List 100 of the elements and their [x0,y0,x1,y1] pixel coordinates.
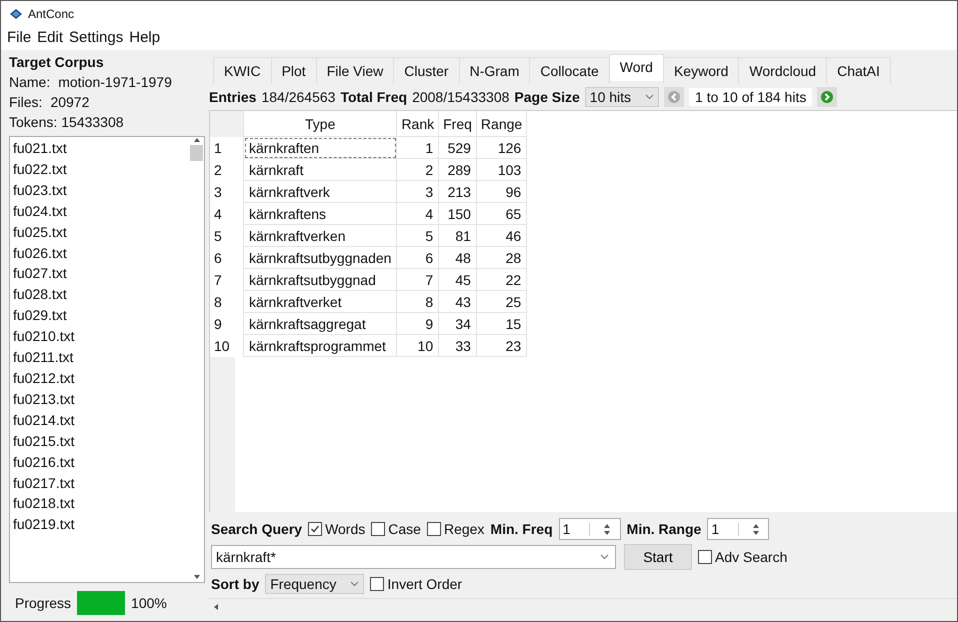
checkbox-label: Adv Search [715,549,788,565]
progress-label: Progress [15,595,72,611]
hits-range: 1 to 10 of 184 hits [689,88,812,106]
table-cell: 3 [396,180,439,202]
progress-reading: 100% [131,595,167,611]
tab[interactable]: ChatAI [826,57,891,84]
corpus-document-entry[interactable]: fu022.txt [13,158,186,180]
table-cell: 126 [476,136,527,158]
tab[interactable]: Word [608,54,664,81]
table-cell: 45 [438,268,476,290]
corpus-document-entry[interactable]: fu0213.txt [13,388,186,410]
corpus-document-entry[interactable]: fu0212.txt [13,368,186,389]
up-arrow-icon [752,522,759,528]
min-freq-spinner[interactable]: 1 [558,518,621,540]
corpus-document-entry[interactable]: fu025.txt [13,222,186,243]
caret-icon [350,581,360,587]
down-arrow-icon [752,530,759,536]
entries-label: Entries [209,89,256,105]
files-count: 20972 [50,94,90,110]
table-cell: 529 [438,136,476,158]
search-field[interactable]: kärnkraft* [211,545,616,569]
corpus-document-entry[interactable]: fu021.txt [13,138,186,159]
column-header[interactable]: Freq [438,111,476,136]
menu-item[interactable]: Help [129,29,160,46]
caret-icon [645,94,654,100]
table-cell: 4 [396,202,439,224]
start-button[interactable]: Start [624,544,692,570]
table-cell: kärnkraftverken [244,224,397,246]
corpus-document-entry[interactable]: fu029.txt [13,305,186,326]
total-freq-value: 2008/15433308 [412,89,510,105]
checkbox-label: Case [388,521,421,537]
table-cell: kärnkraften [244,136,397,158]
table-cell: kärnkraftsutbyggnad [244,268,397,290]
menu-item[interactable]: Settings [69,29,124,46]
caret-icon [600,554,609,560]
table-cell: 150 [438,202,476,224]
column-header[interactable]: Rank [396,111,439,136]
table-cell: 6 [396,246,439,268]
corpus-document-entry[interactable]: fu024.txt [13,200,186,222]
min-range-label: Min. Range [626,521,702,537]
corpus-document-entry[interactable]: fu023.txt [13,180,186,201]
corpus-document-entry[interactable]: fu0210.txt [13,326,186,348]
table-cell: kärnkraftens [244,202,397,224]
corpus-name: motion-1971-1979 [58,74,172,90]
corpus-document-entry[interactable]: fu0219.txt [13,514,186,536]
table-cell: 2 [396,158,439,180]
table-cell: 7 [396,268,439,290]
table-cell: 8 [396,290,439,312]
table-cell: 65 [476,202,527,224]
menu-item[interactable]: File [7,29,32,46]
table-cell: 5 [396,224,439,246]
table-cell: 25 [476,290,527,312]
min-range-spinner[interactable]: 1 [707,518,770,540]
corpus-document-entry[interactable]: fu0216.txt [13,452,186,472]
table-cell: 34 [438,312,476,334]
table-cell: 103 [476,158,527,180]
table-cell: 43 [438,290,476,312]
table-cell: 28 [476,246,527,268]
table-cell: 46 [476,224,527,246]
table-cell: 213 [438,180,476,202]
table-cell: 1 [396,136,439,158]
column-header[interactable]: Type [244,111,397,136]
table-cell: 22 [476,268,527,290]
down-arrow-icon [602,530,610,536]
column-header[interactable]: Range [476,111,527,136]
corpus-document-entry[interactable]: fu028.txt [13,284,186,306]
tab[interactable]: Collocate [529,57,610,84]
table-cell: kärnkraftverk [244,180,397,202]
entries-value: 184/264563 [261,89,336,105]
page-size-dropdown[interactable]: 10 hits [584,87,660,107]
menu-item[interactable]: Edit [37,29,64,46]
table-cell: 9 [396,312,439,334]
table-cell: 289 [438,158,476,180]
corpus-document-entry[interactable]: fu0215.txt [13,430,186,452]
up-arrow-icon [602,522,610,528]
checkbox[interactable] [371,522,386,536]
checkbox[interactable] [426,522,441,536]
tokens-count: 15433308 [61,114,124,130]
row-number: 1 [210,136,244,158]
corpus-document-entry[interactable]: fu026.txt [13,242,186,264]
sort-label: Sort by [211,576,260,592]
checkbox-label: Invert Order [387,576,462,592]
checkbox[interactable] [308,522,322,536]
table-cell: kärnkraftsaggregat [244,312,397,334]
table-cell: kärnkraftsutbyggnaden [244,246,397,268]
corpus-document-entry[interactable]: fu0214.txt [13,410,186,431]
corpus-document-entry[interactable]: fu0218.txt [13,493,186,514]
corpus-document-entry[interactable]: fu0217.txt [13,472,186,494]
name-label: Name: [9,74,50,90]
tab[interactable]: KWIC [213,57,272,84]
up-arrow-icon [192,137,200,145]
next-button[interactable] [817,87,838,107]
corpus-document-entry[interactable]: fu027.txt [13,263,186,284]
checkbox[interactable] [370,577,384,591]
checkbox-label: Regex [444,521,484,537]
tab[interactable]: Keyword [662,57,740,84]
checkbox[interactable] [698,550,712,564]
scrollbar-thumb[interactable] [190,145,203,161]
sort-dropdown[interactable]: Frequency [265,574,364,594]
corpus-document-entry[interactable]: fu0211.txt [13,347,186,368]
